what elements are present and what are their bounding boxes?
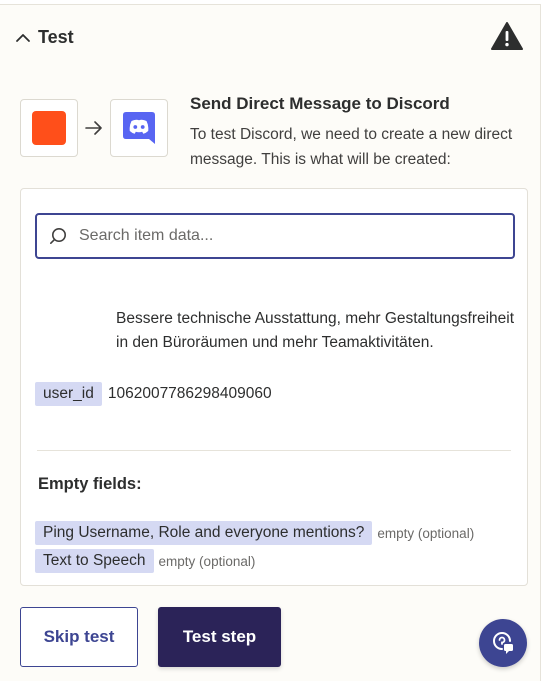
- user-id-label: user_id: [35, 382, 102, 406]
- test-step-button[interactable]: Test step: [158, 607, 281, 667]
- message-value: Bessere technische Ausstattung, mehr Ges…: [116, 310, 515, 351]
- trigger-app-icon: [32, 111, 66, 145]
- empty-field-label: Text to Speech: [35, 549, 154, 573]
- user-id-value: 1062007786298409060: [107, 385, 272, 402]
- skip-test-button[interactable]: Skip test: [20, 607, 138, 667]
- search-icon: [50, 228, 66, 244]
- user-id-row: user_id 1062007786298409060: [35, 382, 272, 406]
- empty-field-status: empty (optional): [158, 553, 256, 569]
- search-input[interactable]: [77, 226, 501, 246]
- section-title: Test: [38, 27, 74, 47]
- empty-fields-title: Empty fields:: [38, 475, 142, 493]
- discord-logo-icon: [123, 112, 155, 144]
- help-chat-icon: [493, 632, 513, 654]
- discord-app-tile: [110, 99, 168, 157]
- divider: [37, 450, 511, 451]
- chevron-up-icon[interactable]: [14, 29, 32, 47]
- step-description: To test Discord, we need to create a new…: [190, 126, 513, 168]
- empty-field-status: empty (optional): [377, 525, 475, 541]
- test-panel: Test Send Direct Message to Discord To t…: [0, 4, 541, 681]
- empty-field-row: Text to Speech empty (optional): [35, 549, 255, 573]
- help-chat-button[interactable]: [479, 619, 527, 667]
- empty-field-row: Ping Username, Role and everyone mention…: [35, 521, 474, 545]
- step-title: Send Direct Message to Discord: [190, 94, 450, 113]
- trigger-app-tile: [20, 99, 78, 157]
- section-header[interactable]: Test: [14, 27, 74, 48]
- search-box[interactable]: [35, 213, 515, 259]
- arrow-right-icon: [85, 121, 102, 135]
- data-preview-card: Bessere technische Ausstattung, mehr Ges…: [20, 188, 528, 586]
- warning-triangle-icon: [491, 22, 523, 50]
- empty-field-label: Ping Username, Role and everyone mention…: [35, 521, 373, 545]
